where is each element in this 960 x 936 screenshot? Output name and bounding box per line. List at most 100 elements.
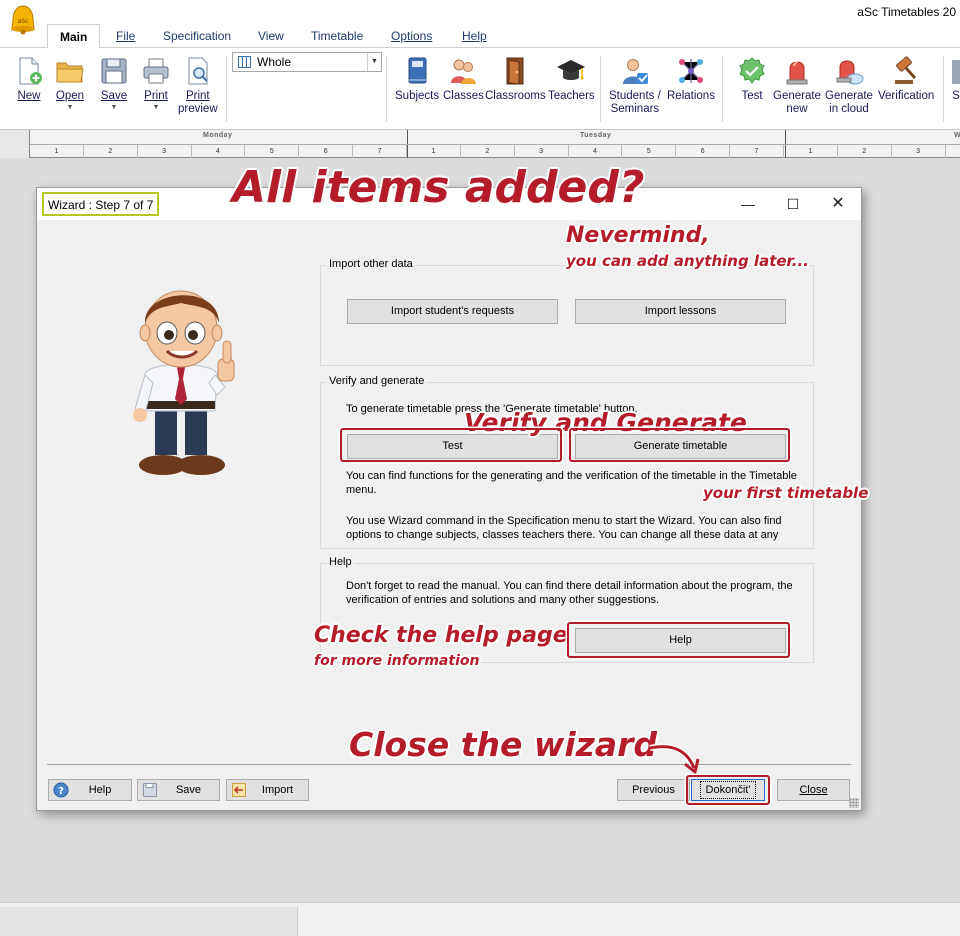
classrooms-button[interactable]: Classrooms <box>485 56 546 103</box>
minimize-icon[interactable]: — <box>734 194 762 214</box>
timetable-corner <box>0 130 30 158</box>
classrooms-label: Classrooms <box>485 90 546 102</box>
app-titlebar: aSc aSc Timetables 20 <box>0 0 960 35</box>
period-cell: 1 <box>784 145 838 159</box>
period-cell: 2 <box>838 145 892 159</box>
print-preview-label-2: preview <box>178 103 218 115</box>
print-preview-button[interactable]: Print preview <box>178 56 218 116</box>
book-icon <box>408 57 427 84</box>
ribbon-separator <box>600 56 601 122</box>
wizard-menu-text-1: You use Wizard command in the Specificat… <box>346 515 782 527</box>
highlight-help-button <box>567 622 790 658</box>
subjects-button[interactable]: Subjects <box>395 56 439 103</box>
import-arrow-icon <box>232 783 246 797</box>
student-checkmark-icon <box>622 59 648 84</box>
generate-in-cloud-button[interactable]: Generate in cloud <box>825 56 873 116</box>
timetable-header: Monday Tuesday W 123456712345671234 <box>0 130 960 159</box>
tab-main[interactable]: Main <box>47 24 101 48</box>
footer-save-button[interactable]: Save <box>137 779 220 801</box>
tab-specification[interactable]: Specification <box>163 29 231 43</box>
generate-in-cloud-label-1: Generate <box>825 90 873 102</box>
verify-group-title: Verify and generate <box>327 375 427 387</box>
annotation-first-timetable: your first timetable <box>703 484 869 502</box>
save-dropdown-chevron-icon[interactable]: ▼ <box>99 103 129 112</box>
cut-off-label: S <box>952 90 960 102</box>
period-cell: 1 <box>30 145 84 159</box>
print-dropdown-chevron-icon[interactable]: ▼ <box>141 103 171 112</box>
test-ribbon-button[interactable]: Test <box>737 56 767 103</box>
ribbon-separator <box>943 56 944 122</box>
generate-in-cloud-label-2: in cloud <box>829 103 869 115</box>
day-name: Tuesday <box>580 132 612 139</box>
printer-icon <box>143 58 169 84</box>
tab-help[interactable]: Help <box>462 29 487 43</box>
annotation-add-later: you can add anything later... <box>566 252 809 270</box>
footer-import-button[interactable]: Import <box>226 779 309 801</box>
status-bar <box>0 902 960 936</box>
save-disk-icon <box>143 783 157 797</box>
timetable-menu-text-1: You can find functions for the generatin… <box>346 470 797 482</box>
relations-label: Relations <box>667 90 715 102</box>
highlight-test-button <box>340 428 562 462</box>
relations-network-icon <box>678 59 703 83</box>
open-dropdown-chevron-icon[interactable]: ▼ <box>55 103 85 112</box>
period-cell: 2 <box>461 145 515 159</box>
teachers-label: Teachers <box>548 90 595 102</box>
close-window-icon[interactable]: ✕ <box>824 194 852 214</box>
period-cell: 5 <box>622 145 677 159</box>
cut-off-icon <box>952 60 960 84</box>
question-mark-icon: ? <box>53 782 69 798</box>
day-name: W <box>954 132 960 139</box>
period-cell: 7 <box>730 145 784 159</box>
view-select-value: Whole <box>257 55 292 69</box>
svg-text:?: ? <box>58 786 64 797</box>
close-button[interactable]: Close <box>777 779 850 801</box>
annotation-arrow-icon <box>649 743 700 775</box>
open-button[interactable]: Open ▼ <box>55 56 85 112</box>
view-select-chevron-icon[interactable]: ▼ <box>367 53 381 71</box>
new-button[interactable]: New <box>14 56 44 103</box>
view-select-dropdown[interactable]: Whole ▼ <box>232 52 382 72</box>
students-label-2: Seminars <box>610 103 660 115</box>
classes-label: Classes <box>443 90 484 102</box>
verification-button[interactable]: Verification <box>878 56 934 103</box>
svg-text:aSc: aSc <box>18 18 29 25</box>
students-label-1: Students / <box>609 90 661 102</box>
new-label: New <box>17 90 41 102</box>
tab-timetable[interactable]: Timetable <box>311 29 363 43</box>
help-group-title: Help <box>327 556 354 568</box>
folder-open-icon <box>56 62 84 83</box>
wizard-menu-text-2: options to change subjects, classes teac… <box>346 529 779 541</box>
classes-button[interactable]: Classes <box>443 56 484 103</box>
cut-off-ribbon-button[interactable]: S <box>950 56 960 103</box>
save-button[interactable]: Save ▼ <box>99 56 129 112</box>
tab-view[interactable]: View <box>258 29 284 43</box>
generate-new-button[interactable]: Generate new <box>773 56 821 116</box>
ribbon-separator <box>386 56 387 122</box>
annotation-all-items-added: All items added? <box>232 162 645 213</box>
import-students-requests-button[interactable]: Import student's requests <box>347 299 558 324</box>
annotation-close-wizard: Close the wizard <box>349 725 658 764</box>
ribbon: New Open ▼ Save ▼ Print ▼ Print preview … <box>0 47 960 130</box>
previous-button[interactable]: Previous <box>617 779 690 801</box>
asc-bell-logo-icon[interactable]: aSc <box>8 4 38 36</box>
highlight-generate-button <box>569 428 790 462</box>
footer-help-button[interactable]: ? Help <box>48 779 132 801</box>
wizard-footer-divider <box>47 764 851 765</box>
students-seminars-button[interactable]: Students / Seminars <box>609 56 661 116</box>
test-ribbon-label: Test <box>741 90 763 102</box>
green-check-badge-icon <box>739 57 765 84</box>
tab-file[interactable]: File <box>116 29 135 43</box>
import-lessons-button[interactable]: Import lessons <box>575 299 786 324</box>
period-cell: 6 <box>676 145 731 159</box>
footer-save-label: Save <box>175 784 202 796</box>
subjects-label: Subjects <box>395 90 440 102</box>
relations-button[interactable]: Relations <box>667 56 715 103</box>
resize-grip[interactable] <box>849 798 859 808</box>
ribbon-separator <box>226 56 227 122</box>
save-label: Save <box>100 90 128 102</box>
tab-options[interactable]: Options <box>391 29 432 43</box>
teachers-button[interactable]: Teachers <box>548 56 595 103</box>
print-button[interactable]: Print ▼ <box>141 56 171 112</box>
maximize-icon[interactable]: ☐ <box>779 194 807 214</box>
